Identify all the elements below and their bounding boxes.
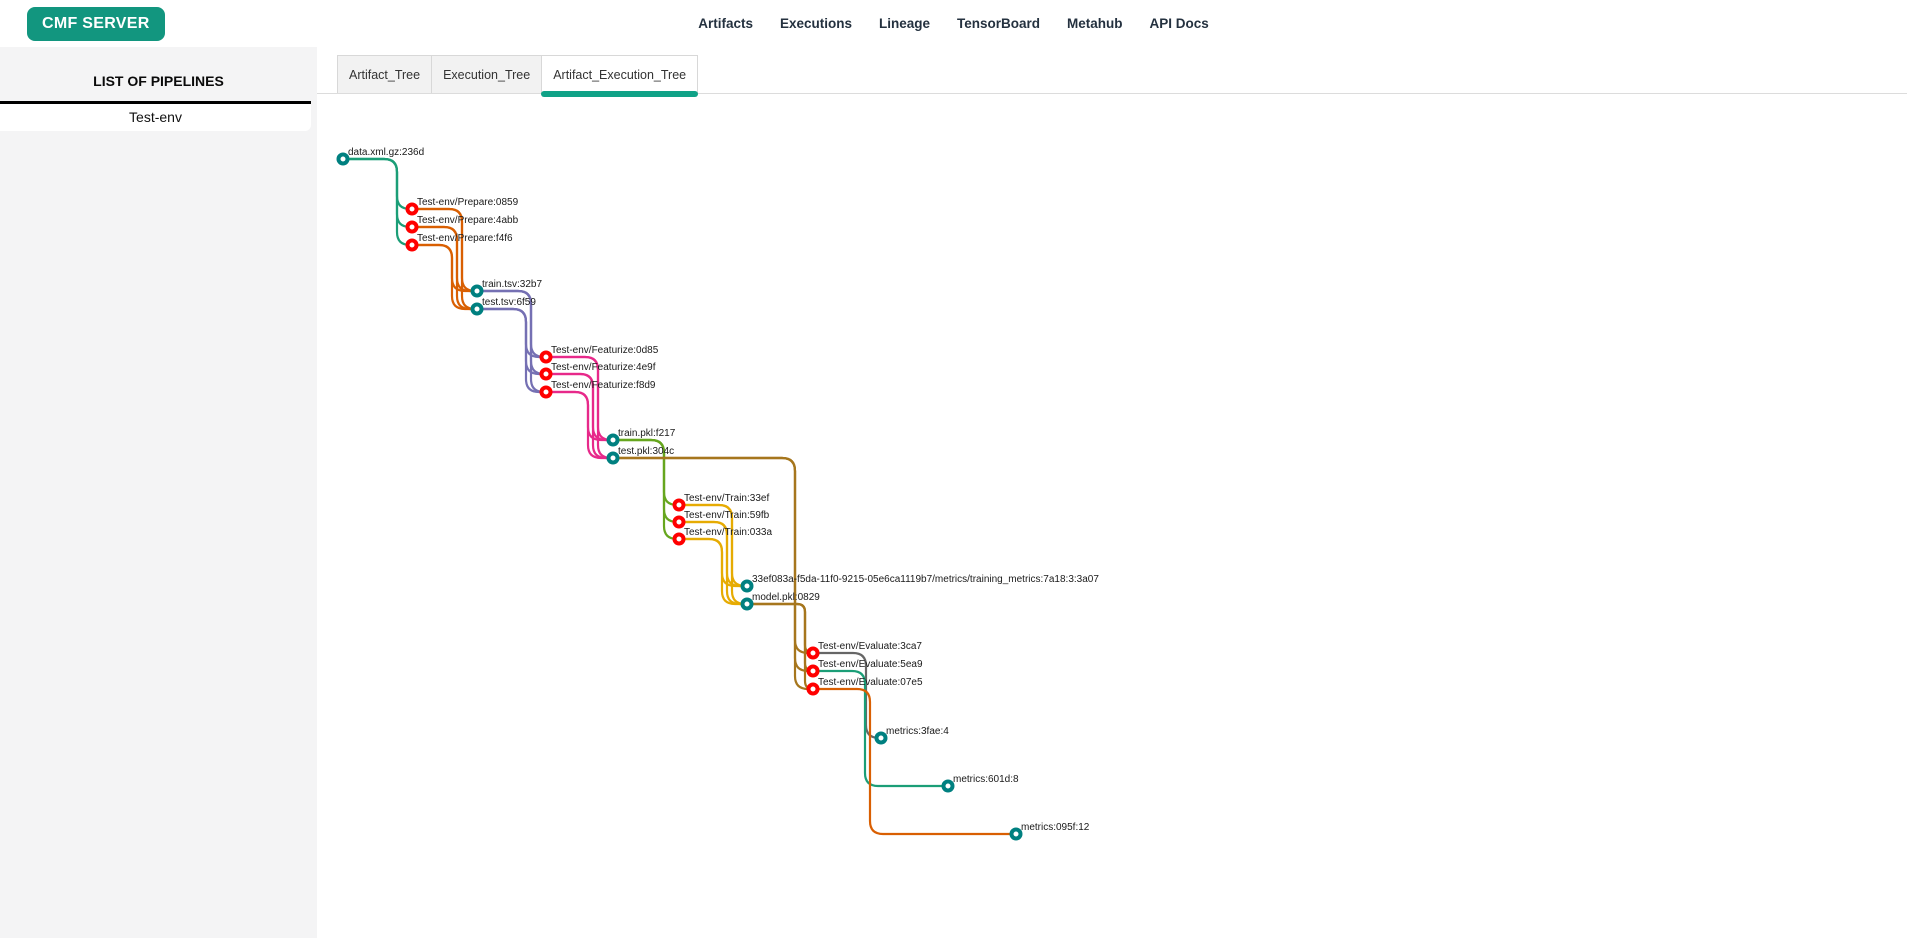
graph-node-artifact[interactable] [339,155,348,164]
nav-item-metahub[interactable]: Metahub [1067,16,1123,31]
pipeline-item-test-env[interactable]: Test-env [0,104,311,131]
graph-node-execution[interactable] [809,667,818,676]
graph-node-artifact[interactable] [743,600,752,609]
graph-node-execution[interactable] [542,388,551,397]
graph-node-execution[interactable] [675,518,684,527]
pipelines-title: LIST OF PIPELINES [0,73,317,89]
graph-node-artifact[interactable] [743,582,752,591]
graph-node-artifact[interactable] [473,287,482,296]
graph-node-execution[interactable] [809,649,818,658]
graph-node-artifact[interactable] [609,436,618,445]
brand-button[interactable]: CMF SERVER [27,7,165,41]
nav-item-api-docs[interactable]: API Docs [1150,16,1209,31]
tab-artifact-execution-tree[interactable]: Artifact_Execution_Tree [541,55,698,93]
graph-node-execution[interactable] [542,353,551,362]
nav-item-artifacts[interactable]: Artifacts [698,16,753,31]
graph-node-execution[interactable] [809,685,818,694]
graph-node-execution[interactable] [675,535,684,544]
graph-node-artifact[interactable] [609,454,618,463]
tab-bar: Artifact_Tree Execution_Tree Artifact_Ex… [317,55,1907,94]
tab-execution-tree[interactable]: Execution_Tree [431,55,542,93]
graph-node-execution[interactable] [675,501,684,510]
tab-artifact-tree[interactable]: Artifact_Tree [337,55,432,93]
graph-node-execution[interactable] [542,370,551,379]
content-area: LIST OF PIPELINES Test-env Artifact_Tree… [0,47,1907,938]
header: CMF SERVER Artifacts Executions Lineage … [0,0,1907,47]
nav-item-tensorboard[interactable]: TensorBoard [957,16,1040,31]
graph-node-artifact[interactable] [944,782,953,791]
sidebar: LIST OF PIPELINES Test-env [0,47,317,938]
top-nav: Artifacts Executions Lineage TensorBoard… [698,0,1209,47]
graph-node-artifact[interactable] [877,734,886,743]
graph-node-execution[interactable] [408,223,417,232]
graph-node-execution[interactable] [408,205,417,214]
graph-node-execution[interactable] [408,241,417,250]
main-panel: Artifact_Tree Execution_Tree Artifact_Ex… [317,47,1907,938]
graph-node-artifact[interactable] [1012,830,1021,839]
graph-node-artifact[interactable] [473,305,482,314]
nav-item-lineage[interactable]: Lineage [879,16,930,31]
nav-item-executions[interactable]: Executions [780,16,852,31]
